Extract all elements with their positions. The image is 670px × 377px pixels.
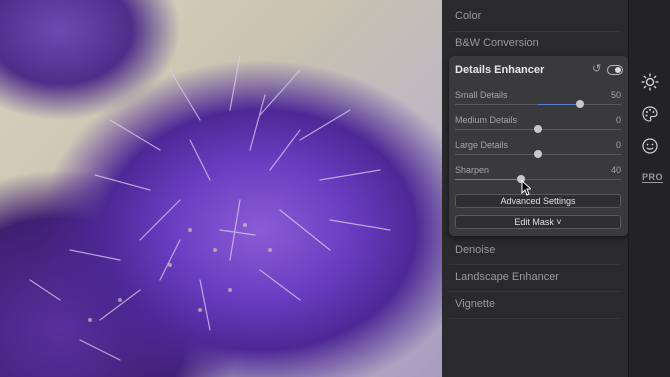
section-color[interactable]: Color [455, 10, 481, 22]
section-landscape-enhancer[interactable]: Landscape Enhancer [455, 271, 559, 283]
section-denoise[interactable]: Denoise [455, 244, 495, 256]
slider-label-small-details: Small Details [455, 90, 508, 100]
card-title: Details Enhancer [455, 64, 545, 76]
slider-label-sharpen: Sharpen [455, 165, 490, 175]
slider-knob[interactable] [534, 150, 542, 158]
mouse-cursor-icon [521, 180, 531, 196]
slider-sharpen[interactable] [455, 175, 621, 183]
photo-canvas[interactable] [0, 0, 442, 377]
thistle-fur-texture [29, 54, 391, 361]
divider [449, 318, 621, 319]
slider-value-large-details: 0 [615, 140, 621, 150]
slider-large-details[interactable] [455, 150, 621, 158]
slider-small-details[interactable] [455, 100, 621, 108]
enable-toggle[interactable] [607, 65, 623, 75]
slider-fill [455, 179, 522, 180]
palette-icon[interactable] [641, 105, 659, 123]
divider [449, 264, 621, 265]
advanced-settings-button[interactable]: Advanced Settings [455, 194, 621, 208]
slider-label-medium-details: Medium Details [455, 115, 518, 125]
slider-value-medium-details: 0 [615, 115, 621, 125]
slider-value-small-details: 50 [610, 90, 621, 100]
slider-knob[interactable] [575, 100, 584, 108]
slider-knob[interactable] [534, 125, 542, 133]
slider-label-large-details: Large Details [455, 140, 509, 150]
divider [449, 31, 621, 32]
slider-fill [538, 104, 580, 105]
tool-rail [628, 0, 670, 377]
section-bw-conversion[interactable]: B&W Conversion [455, 37, 539, 49]
edit-mask-button[interactable]: Edit Mask ˅ [455, 215, 621, 229]
divider [449, 291, 621, 292]
slider-value-sharpen: 40 [610, 165, 621, 175]
pro-badge[interactable]: PRO [642, 172, 664, 183]
sun-icon[interactable] [641, 73, 659, 91]
slider-medium-details[interactable] [455, 125, 621, 133]
smiley-icon[interactable] [641, 137, 659, 155]
section-vignette[interactable]: Vignette [455, 298, 495, 310]
details-enhancer-card: Details Enhancer ↺ Small Details 50 Medi… [449, 56, 628, 236]
reset-icon[interactable]: ↺ [592, 64, 601, 75]
